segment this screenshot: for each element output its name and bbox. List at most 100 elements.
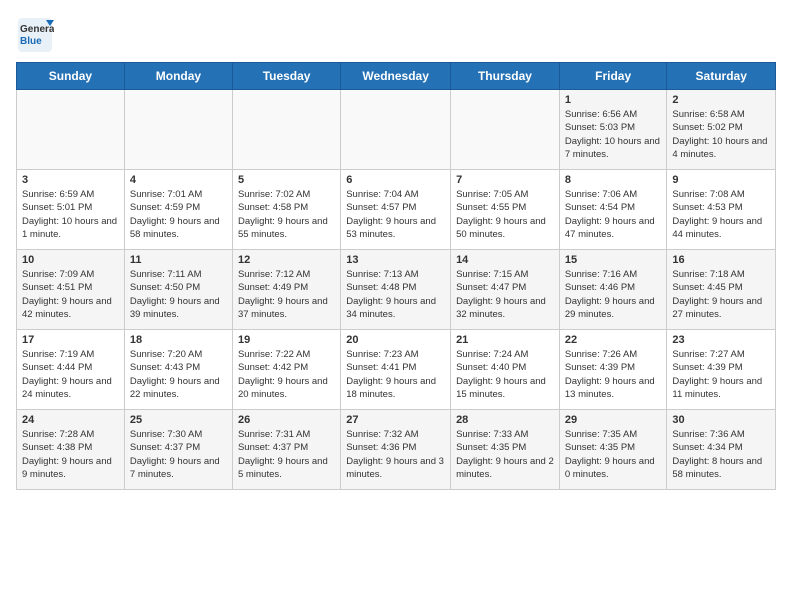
calendar-day-cell: 21Sunrise: 7:24 AM Sunset: 4:40 PM Dayli… — [451, 330, 560, 410]
calendar-day-cell: 20 Sunrise: 7:23 AM Sunset: 4:41 PM Dayli… — [341, 330, 451, 410]
day-info: Sunrise: 7:19 AM Sunset: 4:44 PM Dayligh… — [22, 348, 119, 401]
weekday-header: Thursday — [451, 63, 560, 90]
calendar-day-cell: 22 Sunrise: 7:26 AM Sunset: 4:39 PM Dayli… — [559, 330, 667, 410]
day-info: Sunrise: 7:31 AM Sunset: 4:37 PM Dayligh… — [238, 428, 335, 481]
day-number: 9 — [672, 174, 770, 186]
calendar-day-cell: 4 Sunrise: 7:01 AM Sunset: 4:59 PM Daylig… — [124, 170, 232, 250]
day-number: 20 — [346, 334, 445, 346]
weekday-header: Wednesday — [341, 63, 451, 90]
day-info: Sunrise: 7:22 AM Sunset: 4:42 PM Dayligh… — [238, 348, 335, 401]
day-info: Sunrise: 6:58 AM Sunset: 5:02 PM Dayligh… — [672, 108, 770, 161]
calendar-day-cell: 30Sunrise: 7:36 AM Sunset: 4:34 PM Dayli… — [667, 410, 776, 490]
calendar-day-cell: 10Sunrise: 7:09 AM Sunset: 4:51 PM Dayli… — [17, 250, 125, 330]
day-info: Sunrise: 7:13 AM Sunset: 4:48 PM Dayligh… — [346, 268, 445, 321]
logo-svg: General Blue — [16, 16, 54, 54]
day-number: 24 — [22, 414, 119, 426]
calendar-day-cell: 13Sunrise: 7:13 AM Sunset: 4:48 PM Dayli… — [341, 250, 451, 330]
day-info: Sunrise: 7:27 AM Sunset: 4:39 PM Dayligh… — [672, 348, 770, 401]
page-header: General Blue — [16, 16, 776, 54]
calendar-week-row: 10Sunrise: 7:09 AM Sunset: 4:51 PM Dayli… — [17, 250, 776, 330]
day-info: Sunrise: 7:15 AM Sunset: 4:47 PM Dayligh… — [456, 268, 554, 321]
weekday-header: Tuesday — [232, 63, 340, 90]
day-info: Sunrise: 7:04 AM Sunset: 4:57 PM Dayligh… — [346, 188, 445, 241]
day-number: 28 — [456, 414, 554, 426]
calendar-day-cell: 9 Sunrise: 7:08 AM Sunset: 4:53 PM Daylig… — [667, 170, 776, 250]
day-info: Sunrise: 6:59 AM Sunset: 5:01 PM Dayligh… — [22, 188, 119, 241]
calendar-day-cell: 29 Sunrise: 7:35 AM Sunset: 4:35 PM Dayli… — [559, 410, 667, 490]
day-number: 1 — [565, 94, 662, 106]
day-info: Sunrise: 7:01 AM Sunset: 4:59 PM Dayligh… — [130, 188, 227, 241]
svg-text:General: General — [20, 24, 54, 35]
day-info: Sunrise: 6:56 AM Sunset: 5:03 PM Dayligh… — [565, 108, 662, 161]
calendar-day-cell: 7Sunrise: 7:05 AM Sunset: 4:55 PM Daylig… — [451, 170, 560, 250]
calendar-day-cell — [124, 90, 232, 170]
svg-text:Blue: Blue — [20, 36, 42, 47]
weekday-header: Saturday — [667, 63, 776, 90]
day-info: Sunrise: 7:16 AM Sunset: 4:46 PM Dayligh… — [565, 268, 662, 321]
day-number: 23 — [672, 334, 770, 346]
weekday-header: Monday — [124, 63, 232, 90]
day-number: 15 — [565, 254, 662, 266]
day-number: 17 — [22, 334, 119, 346]
day-info: Sunrise: 7:18 AM Sunset: 4:45 PM Dayligh… — [672, 268, 770, 321]
weekday-header: Friday — [559, 63, 667, 90]
day-number: 3 — [22, 174, 119, 186]
day-info: Sunrise: 7:26 AM Sunset: 4:39 PM Dayligh… — [565, 348, 662, 401]
weekday-header: Sunday — [17, 63, 125, 90]
calendar-day-cell: 14 Sunrise: 7:15 AM Sunset: 4:47 PM Dayli… — [451, 250, 560, 330]
day-number: 11 — [130, 254, 227, 266]
calendar-day-cell: 6 Sunrise: 7:04 AM Sunset: 4:57 PM Daylig… — [341, 170, 451, 250]
day-number: 5 — [238, 174, 335, 186]
day-number: 4 — [130, 174, 227, 186]
calendar-day-cell: 5Sunrise: 7:02 AM Sunset: 4:58 PM Daylig… — [232, 170, 340, 250]
calendar-day-cell: 17 Sunrise: 7:19 AM Sunset: 4:44 PM Dayli… — [17, 330, 125, 410]
calendar-week-row: 24 Sunrise: 7:28 AM Sunset: 4:38 PM Dayli… — [17, 410, 776, 490]
day-info: Sunrise: 7:32 AM Sunset: 4:36 PM Dayligh… — [346, 428, 445, 481]
calendar-day-cell: 19Sunrise: 7:22 AM Sunset: 4:42 PM Dayli… — [232, 330, 340, 410]
calendar-day-cell — [341, 90, 451, 170]
day-number: 14 — [456, 254, 554, 266]
day-info: Sunrise: 7:11 AM Sunset: 4:50 PM Dayligh… — [130, 268, 227, 321]
calendar-day-cell — [232, 90, 340, 170]
calendar-day-cell: 24 Sunrise: 7:28 AM Sunset: 4:38 PM Dayli… — [17, 410, 125, 490]
day-info: Sunrise: 7:06 AM Sunset: 4:54 PM Dayligh… — [565, 188, 662, 241]
calendar-day-cell: 28 Sunrise: 7:33 AM Sunset: 4:35 PM Dayli… — [451, 410, 560, 490]
day-number: 8 — [565, 174, 662, 186]
day-number: 16 — [672, 254, 770, 266]
day-number: 27 — [346, 414, 445, 426]
logo: General Blue — [16, 16, 54, 54]
day-number: 6 — [346, 174, 445, 186]
calendar-day-cell: 23 Sunrise: 7:27 AM Sunset: 4:39 PM Dayli… — [667, 330, 776, 410]
day-number: 22 — [565, 334, 662, 346]
day-number: 12 — [238, 254, 335, 266]
day-info: Sunrise: 7:30 AM Sunset: 4:37 PM Dayligh… — [130, 428, 227, 481]
calendar-day-cell: 8 Sunrise: 7:06 AM Sunset: 4:54 PM Daylig… — [559, 170, 667, 250]
day-info: Sunrise: 7:24 AM Sunset: 4:40 PM Dayligh… — [456, 348, 554, 401]
day-info: Sunrise: 7:23 AM Sunset: 4:41 PM Dayligh… — [346, 348, 445, 401]
day-info: Sunrise: 7:33 AM Sunset: 4:35 PM Dayligh… — [456, 428, 554, 481]
day-number: 25 — [130, 414, 227, 426]
day-number: 29 — [565, 414, 662, 426]
calendar-table: SundayMondayTuesdayWednesdayThursdayFrid… — [16, 62, 776, 490]
calendar-day-cell: 2 Sunrise: 6:58 AM Sunset: 5:02 PM Daylig… — [667, 90, 776, 170]
day-info: Sunrise: 7:08 AM Sunset: 4:53 PM Dayligh… — [672, 188, 770, 241]
calendar-day-cell: 27 Sunrise: 7:32 AM Sunset: 4:36 PM Dayli… — [341, 410, 451, 490]
day-number: 7 — [456, 174, 554, 186]
calendar-day-cell: 16 Sunrise: 7:18 AM Sunset: 4:45 PM Dayli… — [667, 250, 776, 330]
calendar-day-cell: 12 Sunrise: 7:12 AM Sunset: 4:49 PM Dayli… — [232, 250, 340, 330]
day-number: 18 — [130, 334, 227, 346]
day-number: 2 — [672, 94, 770, 106]
calendar-week-row: 3 Sunrise: 6:59 AM Sunset: 5:01 PM Daylig… — [17, 170, 776, 250]
calendar-week-row: 1 Sunrise: 6:56 AM Sunset: 5:03 PM Daylig… — [17, 90, 776, 170]
calendar-day-cell — [451, 90, 560, 170]
calendar-day-cell: 3 Sunrise: 6:59 AM Sunset: 5:01 PM Daylig… — [17, 170, 125, 250]
day-number: 10 — [22, 254, 119, 266]
day-info: Sunrise: 7:28 AM Sunset: 4:38 PM Dayligh… — [22, 428, 119, 481]
calendar-week-row: 17 Sunrise: 7:19 AM Sunset: 4:44 PM Dayli… — [17, 330, 776, 410]
calendar-header-row: SundayMondayTuesdayWednesdayThursdayFrid… — [17, 63, 776, 90]
day-info: Sunrise: 7:35 AM Sunset: 4:35 PM Dayligh… — [565, 428, 662, 481]
day-info: Sunrise: 7:12 AM Sunset: 4:49 PM Dayligh… — [238, 268, 335, 321]
day-number: 26 — [238, 414, 335, 426]
day-info: Sunrise: 7:36 AM Sunset: 4:34 PM Dayligh… — [672, 428, 770, 481]
calendar-day-cell: 11 Sunrise: 7:11 AM Sunset: 4:50 PM Dayli… — [124, 250, 232, 330]
